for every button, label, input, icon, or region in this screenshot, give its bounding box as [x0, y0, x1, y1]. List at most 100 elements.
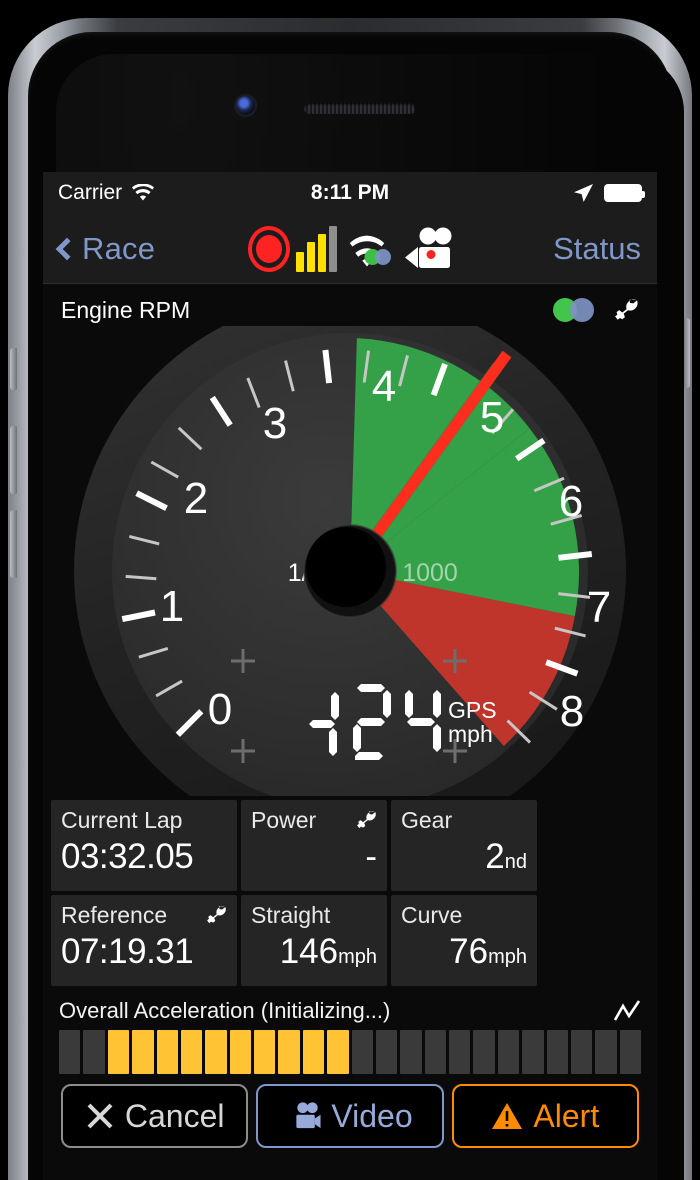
wrench-icon[interactable] [352, 808, 377, 832]
power-button[interactable] [683, 318, 690, 388]
svg-text:8: 8 [560, 687, 584, 736]
status-button[interactable]: Status [553, 231, 641, 267]
accel-bar-inactive [424, 1030, 446, 1074]
accel-bar-inactive [570, 1030, 593, 1074]
accel-bar-inactive [351, 1030, 373, 1074]
acceleration-header: Overall Acceleration (Initializing...) [59, 998, 641, 1024]
tile-label: Curve [401, 902, 463, 928]
tile-value: 76 [449, 932, 489, 971]
status-bar: Carrier 8:11 PM [43, 172, 657, 214]
tile-reference[interactable]: Reference 07:19.31 [51, 895, 237, 986]
svg-text:4: 4 [372, 362, 396, 411]
tile-gear[interactable]: Gear 2nd [391, 800, 537, 891]
status-bar-left: Carrier [58, 181, 155, 205]
accel-bar-inactive [619, 1030, 641, 1074]
wrench-icon[interactable] [609, 296, 639, 324]
gauge-header: Engine RPM [43, 284, 657, 326]
carrier-label: Carrier [58, 181, 123, 204]
back-button-label: Race [82, 230, 156, 266]
tile-power[interactable]: Power - [241, 800, 387, 891]
video-button[interactable]: Video [256, 1084, 444, 1148]
accel-bar-inactive [497, 1030, 520, 1074]
acceleration-label: Overall Acceleration (Initializing...) [59, 998, 391, 1023]
svg-text:5: 5 [480, 393, 504, 442]
accel-bar-active [132, 1030, 154, 1074]
navigation-bar: Race Status [43, 214, 657, 284]
close-x-icon [85, 1101, 115, 1131]
accel-bar-active [302, 1030, 325, 1074]
accel-bar-active [254, 1030, 276, 1074]
rpm-gauge-svg: 0 1 2 3 4 5 6 7 8 1/min x 1000 [74, 326, 626, 796]
tile-unit: mph [338, 946, 377, 968]
back-button[interactable]: Race [55, 230, 156, 267]
accel-bar-inactive [400, 1030, 422, 1074]
alert-button-label: Alert [533, 1097, 600, 1134]
accel-bar-inactive [449, 1030, 471, 1074]
screenshot-root: Carrier 8:11 PM Race Status Engine RPM 0… [0, 0, 700, 1180]
wrench-icon[interactable] [202, 903, 227, 927]
accel-bar-active [327, 1030, 349, 1074]
accel-bar-inactive [375, 1030, 398, 1074]
two-dots-icon[interactable] [553, 298, 595, 322]
tile-unit: mph [488, 946, 527, 968]
main-content: Engine RPM 0 1 2 3 4 5 6 7 8 1000 GPS mp… [43, 284, 657, 1180]
accel-bar-active [156, 1030, 178, 1074]
accel-bar-inactive [59, 1030, 81, 1074]
warning-triangle-icon [491, 1101, 523, 1131]
accel-bar-inactive [473, 1030, 495, 1074]
acceleration-section: Overall Acceleration (Initializing...) [43, 990, 657, 1074]
gps-wifi-icon[interactable] [343, 226, 395, 272]
tile-label: Power [251, 807, 317, 833]
tile-value: - [365, 837, 377, 876]
accel-bar-active [229, 1030, 251, 1074]
tile-label: Gear [401, 807, 453, 833]
tile-value: 03:32.05 [61, 837, 194, 876]
accel-bar-inactive [522, 1030, 544, 1074]
signal-bars-icon[interactable] [295, 225, 337, 272]
stat-row-2: Reference 07:19.31 Straight 146mph Curve… [51, 895, 649, 986]
gauge-header-actions [553, 296, 639, 324]
location-arrow-icon [572, 182, 594, 204]
stat-tiles: Current Lap 03:32.05 Power - Gear 2nd Re… [43, 796, 657, 986]
svg-text:3: 3 [263, 399, 287, 448]
speed-unit-label: mph [448, 721, 493, 747]
record-icon[interactable] [247, 225, 290, 272]
video-camera-icon[interactable] [401, 227, 453, 271]
volume-down-button[interactable] [10, 510, 17, 578]
acceleration-bar-meter[interactable] [59, 1030, 641, 1074]
alert-button[interactable]: Alert [451, 1084, 639, 1148]
line-chart-icon[interactable] [613, 998, 641, 1024]
gauge-title: Engine RPM [61, 296, 191, 323]
svg-text:0: 0 [208, 685, 232, 734]
svg-text:1: 1 [160, 582, 184, 631]
svg-text:2: 2 [184, 474, 208, 523]
front-camera-icon [236, 96, 255, 115]
accel-bar-inactive [595, 1030, 617, 1074]
volume-up-button[interactable] [10, 426, 17, 494]
tile-current-lap[interactable]: Current Lap 03:32.05 [51, 800, 237, 891]
app-screen: Carrier 8:11 PM Race Status Engine RPM 0… [43, 172, 657, 1180]
tile-curve[interactable]: Curve 76mph [391, 895, 537, 986]
stat-row-1: Current Lap 03:32.05 Power - Gear 2nd [51, 800, 649, 891]
mute-switch[interactable] [10, 348, 17, 390]
action-button-row: Cancel Video Alert [43, 1074, 657, 1148]
video-camera-icon [287, 1102, 321, 1130]
tile-label: Straight [251, 902, 331, 928]
video-button-label: Video [331, 1097, 413, 1134]
accel-bar-active [205, 1030, 227, 1074]
rpm-gauge[interactable]: 0 1 2 3 4 5 6 7 8 1/min x 1000 [43, 326, 657, 796]
accel-bar-inactive [546, 1030, 568, 1074]
tile-label: Reference [61, 902, 168, 928]
cancel-button[interactable]: Cancel [61, 1084, 249, 1148]
tile-straight[interactable]: Straight 146mph [241, 895, 387, 986]
wifi-icon [131, 184, 155, 202]
earpiece-speaker [304, 103, 416, 114]
accel-bar-active [180, 1030, 203, 1074]
tile-label: Current Lap [61, 807, 183, 833]
chevron-left-icon [55, 237, 79, 260]
tile-unit: nd [504, 851, 527, 873]
speed-source-label: GPS [448, 697, 497, 723]
svg-text:7: 7 [587, 583, 611, 632]
accel-bar-inactive [83, 1030, 105, 1074]
tile-value: 2 [485, 837, 505, 876]
